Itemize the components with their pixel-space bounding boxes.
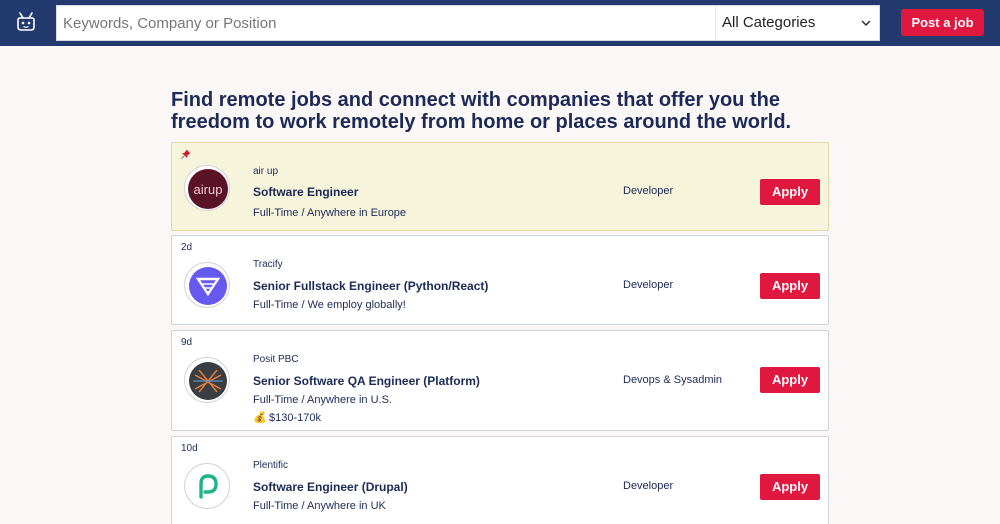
category-select[interactable]: All Categories: [715, 6, 879, 40]
post-a-job-button[interactable]: Post a job: [901, 9, 984, 36]
company-logo[interactable]: airup: [184, 165, 230, 211]
job-meta: Full-Time / We employ globally!: [253, 299, 406, 311]
apply-button[interactable]: Apply: [760, 273, 820, 299]
posted-age: 10d: [181, 443, 198, 454]
posted-age: 9d: [181, 337, 193, 348]
job-card[interactable]: 10d Plentific Software Engineer (Drupal)…: [171, 436, 829, 524]
job-category[interactable]: Developer: [623, 480, 673, 492]
apply-button[interactable]: Apply: [760, 367, 820, 393]
company-name[interactable]: Posit PBC: [253, 354, 299, 365]
job-meta: Full-Time / Anywhere in Europe: [253, 207, 407, 219]
job-title[interactable]: Senior Fullstack Engineer (Python/React): [253, 279, 488, 293]
job-category[interactable]: Developer: [623, 185, 673, 197]
job-card[interactable]: 2d Tracify Senior Fullstack Engineer (Py…: [171, 235, 829, 325]
job-meta: Full-Time / Anywhere in UK: [253, 500, 386, 512]
job-title[interactable]: Senior Software QA Engineer (Platform): [253, 374, 480, 388]
company-name[interactable]: Tracify: [253, 259, 283, 270]
pin-icon: [181, 149, 191, 159]
company-logo-wordmark: airup: [194, 182, 223, 197]
job-category[interactable]: Devops & Sysadmin: [623, 374, 722, 386]
apply-button[interactable]: Apply: [760, 474, 820, 500]
chevron-down-icon: [861, 20, 871, 27]
company-logo[interactable]: [184, 357, 230, 403]
money-bag-icon: 💰: [253, 412, 267, 424]
salary-value: $130-170k: [269, 412, 321, 424]
job-category[interactable]: Developer: [623, 279, 673, 291]
job-card[interactable]: 9d Posit PBC Senior Software QA Engineer…: [171, 330, 829, 431]
company-logo[interactable]: [184, 463, 230, 509]
salary-range: 💰 $130-170k: [253, 411, 321, 424]
posted-age: 2d: [181, 242, 193, 253]
search-input[interactable]: [57, 6, 715, 40]
company-name[interactable]: Plentific: [253, 460, 288, 471]
job-title[interactable]: Software Engineer: [253, 185, 358, 199]
page-headline: Find remote jobs and connect with compan…: [171, 89, 792, 133]
category-select-value: All Categories: [722, 14, 816, 31]
company-name[interactable]: air up: [253, 166, 278, 177]
search-bar: All Categories: [56, 5, 880, 41]
job-title[interactable]: Software Engineer (Drupal): [253, 480, 408, 494]
job-card[interactable]: airup air up Software Engineer Full-Time…: [171, 142, 829, 231]
top-nav-bar: All Categories Post a job: [0, 0, 1000, 46]
job-meta: Full-Time / Anywhere in U.S.: [253, 394, 392, 406]
robot-icon[interactable]: [14, 10, 38, 34]
company-logo[interactable]: [184, 262, 230, 308]
apply-button[interactable]: Apply: [760, 179, 820, 205]
